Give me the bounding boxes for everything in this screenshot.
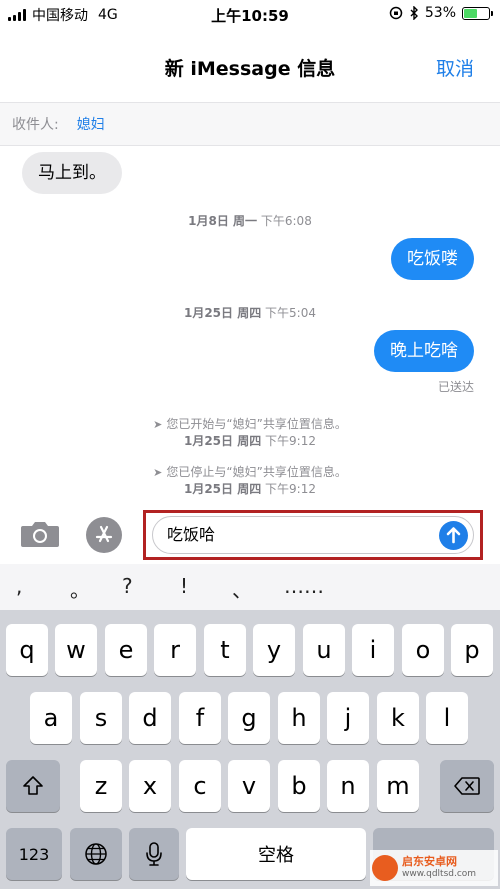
suggestion-period[interactable]: 。 — [70, 574, 90, 603]
key-t[interactable]: t — [204, 624, 246, 676]
send-arrow-icon — [446, 527, 461, 544]
recipient-chip[interactable]: 媳妇 — [77, 114, 105, 134]
watermark-brand: 启东安卓网 — [402, 855, 457, 868]
nav-bar: 新 iMessage 信息 取消 — [0, 28, 500, 102]
watermark-text: 启东安卓网 www.qdltsd.com — [402, 855, 476, 881]
key-h[interactable]: h — [278, 692, 320, 744]
location-share-notice: ➤ 您已停止与“媳妇”共享位置信息。 1月25日 周四 下午9:12 — [0, 464, 500, 498]
suggestion-enumeration-comma[interactable]: 、 — [232, 574, 252, 603]
camera-icon[interactable] — [20, 520, 60, 548]
key-f[interactable]: f — [179, 692, 221, 744]
compose-bar: 吃饭哈 — [0, 502, 500, 564]
app-store-glyph-icon — [95, 525, 113, 543]
location-arrow-icon: ➤ — [153, 418, 163, 431]
battery-icon — [462, 6, 493, 20]
key-m[interactable]: m — [377, 760, 419, 812]
status-right: 53% — [389, 5, 493, 21]
timestamp-date: 1月8日 周一 — [188, 214, 258, 228]
key-r[interactable]: r — [154, 624, 196, 676]
timestamp-time: 下午9:12 — [265, 434, 316, 448]
shift-icon — [23, 776, 43, 795]
microphone-icon — [146, 842, 162, 866]
timestamp-date: 1月25日 周四 — [183, 306, 262, 320]
key-v[interactable]: v — [228, 760, 270, 812]
recipient-row[interactable]: 收件人: 媳妇 — [0, 102, 500, 146]
numbers-key[interactable]: 123 — [6, 828, 62, 880]
keyboard: q w e r t y u i o p a s d f g h j k l z … — [0, 610, 500, 889]
key-a[interactable]: a — [30, 692, 72, 744]
message-timestamp: 1月25日 周四 下午5:04 — [0, 304, 500, 321]
battery-percent: 53% — [424, 5, 456, 21]
space-key[interactable]: 空格 — [186, 828, 366, 880]
key-p[interactable]: p — [451, 624, 493, 676]
watermark-logo-icon — [372, 855, 398, 881]
key-y[interactable]: y — [253, 624, 295, 676]
timestamp-time: 下午5:04 — [265, 306, 316, 320]
key-s[interactable]: s — [80, 692, 122, 744]
location-notice-text: 您已开始与“媳妇”共享位置信息。 — [166, 417, 347, 431]
shift-key[interactable] — [6, 760, 60, 812]
key-d[interactable]: d — [129, 692, 171, 744]
message-timestamp: 1月8日 周一 下午6:08 — [0, 212, 500, 229]
key-o[interactable]: o — [402, 624, 444, 676]
key-k[interactable]: k — [377, 692, 419, 744]
punctuation-suggestion-bar: , 。 ? ! 、 …… — [0, 564, 500, 610]
timestamp-time: 下午6:08 — [260, 214, 312, 228]
cancel-button[interactable]: 取消 — [436, 54, 474, 81]
suggestion-comma[interactable]: , — [16, 574, 22, 598]
message-input-text: 吃饭哈 — [167, 525, 216, 544]
key-q[interactable]: q — [6, 624, 48, 676]
sent-message-bubble[interactable]: 吃饭喽 — [391, 238, 474, 280]
key-w[interactable]: w — [55, 624, 97, 676]
globe-key[interactable] — [70, 828, 122, 880]
status-bar: 中国移动 4G 上午10:59 53% — [0, 0, 500, 28]
suggestion-ellipsis[interactable]: …… — [284, 574, 324, 598]
send-button[interactable] — [439, 521, 468, 550]
location-notice-text: 您已停止与“媳妇”共享位置信息。 — [166, 465, 347, 479]
delete-icon — [454, 777, 480, 795]
key-b[interactable]: b — [278, 760, 320, 812]
key-z[interactable]: z — [80, 760, 122, 812]
orientation-lock-icon — [389, 6, 403, 20]
key-i[interactable]: i — [352, 624, 394, 676]
key-e[interactable]: e — [105, 624, 147, 676]
battery-fill — [464, 8, 477, 18]
timestamp-date: 1月25日 周四 — [183, 434, 262, 448]
microphone-key[interactable] — [129, 828, 179, 880]
globe-icon — [85, 843, 107, 865]
recipient-label: 收件人: — [12, 117, 59, 133]
suggestion-question[interactable]: ? — [122, 574, 133, 598]
key-g[interactable]: g — [228, 692, 270, 744]
watermark-url: www.qdltsd.com — [402, 869, 477, 879]
site-watermark: 启东安卓网 www.qdltsd.com — [370, 850, 498, 886]
sent-message-bubble[interactable]: 晚上吃啥 — [374, 330, 474, 372]
timestamp-time: 下午9:12 — [265, 482, 316, 496]
key-l[interactable]: l — [426, 692, 468, 744]
received-message-bubble[interactable]: 马上到。 — [22, 152, 122, 194]
suggestion-exclamation[interactable]: ! — [180, 574, 188, 598]
delete-key[interactable] — [440, 760, 494, 812]
key-j[interactable]: j — [327, 692, 369, 744]
key-c[interactable]: c — [179, 760, 221, 812]
timestamp-date: 1月25日 周四 — [183, 482, 262, 496]
bluetooth-icon — [410, 6, 418, 20]
key-n[interactable]: n — [327, 760, 369, 812]
message-list[interactable]: 马上到。 1月8日 周一 下午6:08 吃饭喽 1月25日 周四 下午5:04 … — [0, 146, 500, 502]
key-x[interactable]: x — [129, 760, 171, 812]
page-title: 新 iMessage 信息 — [164, 58, 336, 80]
location-arrow-icon: ➤ — [153, 466, 163, 479]
delivered-status: 已送达 — [437, 380, 474, 394]
message-input[interactable]: 吃饭哈 — [152, 516, 474, 554]
key-u[interactable]: u — [303, 624, 345, 676]
location-share-notice: ➤ 您已开始与“媳妇”共享位置信息。 1月25日 周四 下午9:12 — [0, 416, 500, 450]
app-store-icon[interactable] — [86, 517, 122, 553]
